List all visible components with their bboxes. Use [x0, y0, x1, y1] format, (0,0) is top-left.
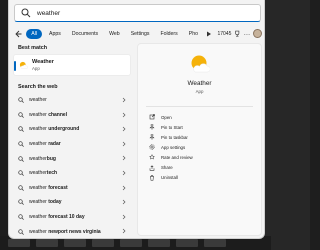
background-window-right [310, 0, 320, 250]
action-rate-and-review[interactable]: Rate and review [149, 152, 261, 162]
search-icon [18, 214, 24, 220]
chevron-right-icon[interactable] [121, 199, 127, 205]
search-icon [18, 141, 24, 147]
web-suggestion-label: weatherbug [29, 155, 56, 162]
search-input[interactable] [37, 9, 237, 17]
search-icon [18, 112, 24, 118]
chevron-right-icon[interactable] [121, 155, 127, 161]
action-label: Uninstall [161, 175, 178, 181]
trash-icon [150, 175, 154, 181]
results-list: Best match Weather App Search the web we… [13, 43, 134, 238]
selection-indicator [14, 61, 16, 71]
web-suggestion-label: weathertech [29, 170, 58, 177]
web-suggestion-label: weather underground [29, 126, 80, 133]
search-icon [18, 126, 24, 133]
filter-tab-settings[interactable]: Settings [127, 29, 154, 39]
web-suggestion-item[interactable]: weather today [13, 195, 131, 210]
web-suggestion-label: weather today [29, 199, 62, 206]
chevron-right-icon[interactable] [121, 214, 127, 220]
weather-app-icon [19, 61, 28, 69]
action-label: Pin to Start [161, 124, 183, 130]
app-details-header: Weather App [146, 44, 253, 107]
web-suggestion-item[interactable]: weatherbug [13, 151, 131, 166]
filter-bar: All Apps Documents Web Settings Folders … [13, 27, 262, 40]
action-label: Open [161, 114, 172, 120]
weather-app-large-icon [191, 55, 210, 73]
pin-taskbar-icon [149, 134, 155, 140]
chevron-right-icon[interactable] [121, 185, 127, 191]
share-icon [149, 164, 155, 171]
chevron-right-icon[interactable] [121, 112, 127, 118]
best-match-name: Weather [32, 59, 54, 65]
web-suggestion-label: weather newport news virginia [29, 228, 101, 235]
pin-icon [149, 124, 155, 130]
action-pin-to-taskbar[interactable]: Pin to taskbar [149, 132, 261, 142]
app-kind: App [195, 89, 204, 94]
star-icon [149, 154, 155, 161]
best-match-kind: App [32, 66, 40, 71]
search-icon [18, 156, 24, 162]
filter-tab-web[interactable]: Web [105, 29, 124, 39]
web-suggestions-list: weather weather channel weather undergroun… [13, 93, 134, 238]
open-icon [149, 114, 155, 120]
web-suggestion-item[interactable]: weather channel [13, 108, 131, 123]
search-icon [18, 228, 24, 235]
more-options-button[interactable]: ... [244, 31, 251, 37]
web-suggestion-label: weather forecast [29, 184, 68, 191]
web-suggestion-item[interactable]: weather [13, 93, 131, 108]
web-suggestion-item[interactable]: weather forecast 10 day [13, 210, 131, 225]
filter-tab-folders[interactable]: Folders [156, 29, 181, 39]
web-suggestion-item[interactable]: weathertech [13, 166, 131, 181]
action-label: Pin to taskbar [161, 134, 188, 140]
rewards-points[interactable]: 17045 [217, 31, 231, 37]
search-web-heading: Search the web [18, 84, 58, 90]
chevron-right-icon[interactable] [121, 141, 127, 147]
action-open[interactable]: Open [149, 112, 261, 122]
web-suggestion-label: weather [29, 97, 47, 104]
action-label: Share [161, 165, 173, 171]
web-suggestion-item[interactable]: weather newport news virginia [13, 224, 131, 238]
action-label: App settings [161, 144, 186, 150]
avatar[interactable] [253, 29, 262, 38]
chevron-right-icon[interactable] [121, 170, 127, 176]
web-suggestion-item[interactable]: weather underground [13, 122, 131, 137]
search-box[interactable] [14, 4, 261, 22]
details-pane: Weather App Open Pin to Start Pin to taskb… [137, 43, 262, 236]
filter-tab-documents[interactable]: Documents [68, 29, 102, 39]
search-panel: All Apps Documents Web Settings Folders … [8, 0, 265, 239]
more-filters-icon[interactable] [205, 30, 212, 38]
action-share[interactable]: Share [149, 162, 261, 172]
back-arrow-icon[interactable] [13, 28, 23, 39]
chevron-right-icon[interactable] [121, 228, 127, 234]
search-icon [21, 8, 31, 18]
web-suggestion-item[interactable]: weather radar [13, 137, 131, 152]
best-match-heading: Best match [18, 45, 48, 51]
search-icon [18, 97, 24, 104]
app-actions: Open Pin to Start Pin to taskbar App settin… [138, 107, 261, 183]
chevron-right-icon[interactable] [121, 97, 127, 103]
web-suggestion-label: weather radar [29, 141, 61, 148]
rewards-trophy-icon[interactable] [234, 30, 241, 37]
web-suggestion-label: weather channel [29, 111, 68, 118]
chevron-right-icon[interactable] [121, 126, 127, 132]
search-icon [18, 199, 24, 206]
filter-tab-apps[interactable]: Apps [45, 29, 65, 39]
best-match-result[interactable]: Weather App [13, 54, 131, 76]
action-app-settings[interactable]: App settings [149, 142, 261, 152]
action-pin-to-start[interactable]: Pin to Start [149, 122, 261, 132]
web-suggestion-item[interactable]: weather forecast [13, 181, 131, 196]
web-suggestion-label: weather forecast 10 day [29, 214, 85, 221]
app-name: Weather [187, 80, 212, 87]
action-label: Rate and review [161, 154, 193, 160]
search-icon [18, 185, 24, 191]
filter-tab-photos[interactable]: Pho [185, 29, 202, 39]
filter-tab-all[interactable]: All [26, 28, 43, 39]
search-icon [18, 170, 24, 177]
action-uninstall[interactable]: Uninstall [149, 173, 261, 183]
gear-icon [149, 144, 155, 150]
